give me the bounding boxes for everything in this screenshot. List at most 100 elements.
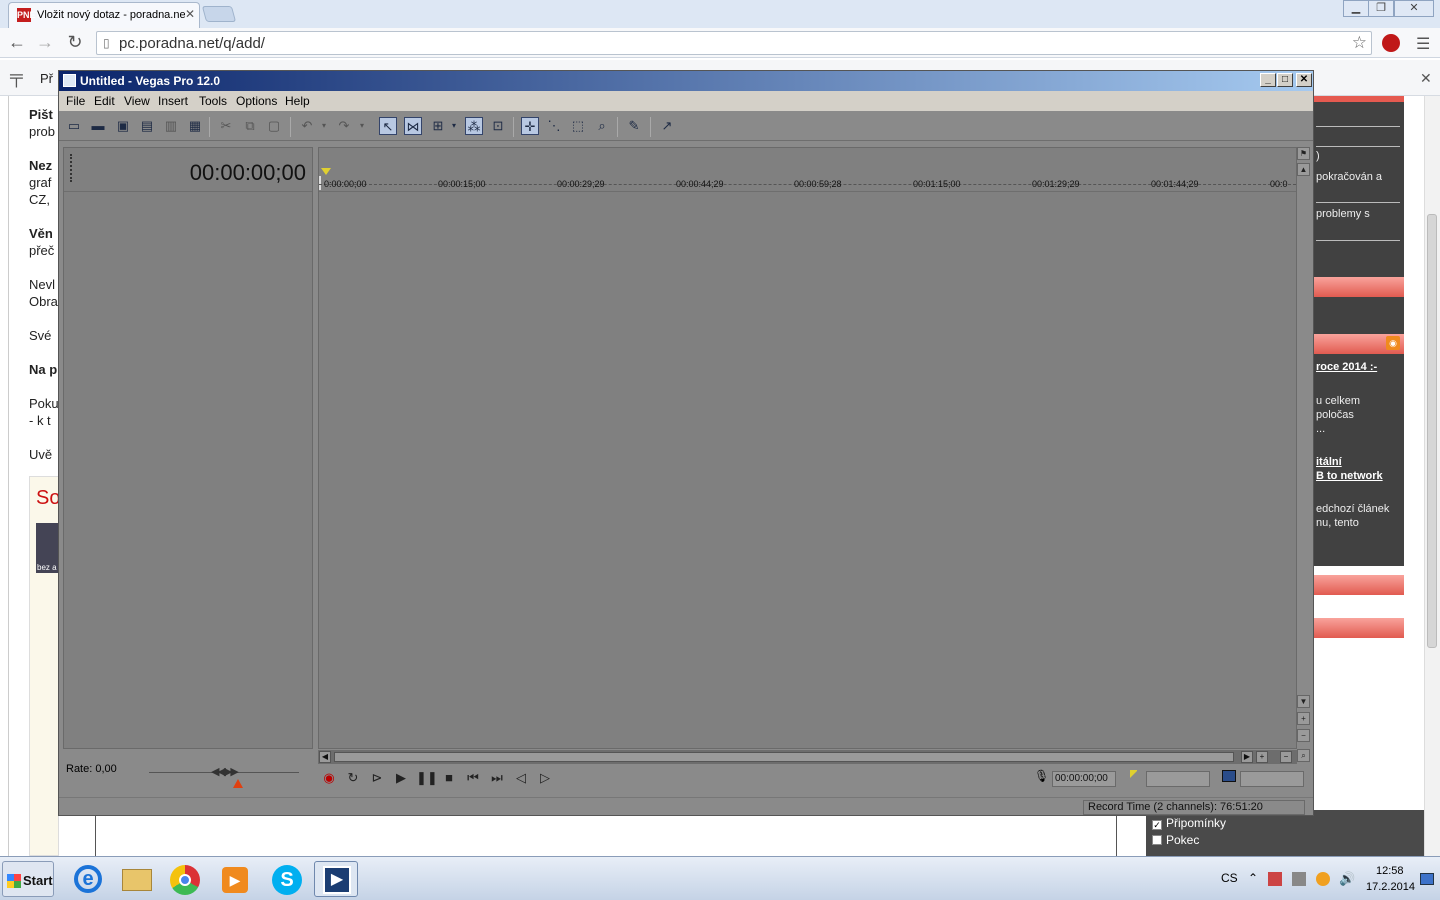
show-hidden-icons-icon[interactable]: ⌃ <box>1248 871 1258 885</box>
drag-handle[interactable] <box>70 154 73 182</box>
pause-button[interactable]: ❚❚ <box>416 769 438 787</box>
skype-icon[interactable]: S <box>264 861 308 897</box>
internet-explorer-icon[interactable]: e <box>66 861 110 897</box>
chrome-menu-icon[interactable]: ☰ <box>1416 34 1430 54</box>
vegas-titlebar[interactable]: Untitled - Vegas Pro 12.0 _ □ ✕ <box>59 71 1313 91</box>
scroll-thumb[interactable] <box>334 752 1234 762</box>
menu-options[interactable]: Options <box>236 94 277 108</box>
stop-button[interactable]: ■ <box>440 769 458 787</box>
timeline-pane[interactable]: 0:00:00;00 00:00:15;00 00:00:29;29 00:00… <box>318 147 1297 749</box>
menu-tools[interactable]: Tools <box>199 94 227 108</box>
selection-start-field[interactable] <box>1146 771 1210 787</box>
marker-flag-icon[interactable]: ⚑ <box>1297 147 1310 160</box>
show-desktop-button[interactable] <box>1420 873 1434 885</box>
action-center-icon[interactable] <box>1268 872 1282 886</box>
vegas-maximize-button[interactable]: □ <box>1277 73 1293 87</box>
scroll-up-icon[interactable]: ▲ <box>1297 163 1310 176</box>
go-to-end-button[interactable]: ⏭ <box>488 769 506 787</box>
minimize-button[interactable]: ▁ <box>1343 0 1369 17</box>
bookmark-label[interactable]: Př <box>40 71 53 86</box>
vegas-minimize-button[interactable]: _ <box>1260 73 1276 87</box>
properties-icon[interactable]: ▦ <box>186 117 204 135</box>
checkbox-pokec[interactable]: Pokec <box>1152 833 1199 847</box>
network-icon[interactable] <box>1292 872 1306 886</box>
scroll-left-icon[interactable]: ◀ <box>319 751 331 763</box>
playhead-marker[interactable] <box>321 168 331 175</box>
fx-icon[interactable]: ✎ <box>625 117 643 135</box>
tab-close-icon[interactable]: ✕ <box>185 7 195 21</box>
selection-length-field[interactable] <box>1240 771 1304 787</box>
snapping-dropdown-icon[interactable]: ▾ <box>449 117 459 135</box>
auto-crossfade-icon[interactable]: ✛ <box>521 117 539 135</box>
open-folder-icon[interactable]: ▬ <box>89 117 107 135</box>
article-link[interactable]: B to network <box>1316 470 1402 482</box>
browser-tab[interactable]: PNET Vložit nový dotaz - poradna.net ✕ <box>8 2 200 28</box>
volume-icon[interactable]: 🔊 <box>1339 872 1355 886</box>
checkbox-pripominky[interactable]: ✓ Připomínky <box>1152 816 1226 830</box>
restore-button[interactable]: ❐ <box>1368 0 1394 17</box>
extension-icon[interactable] <box>1382 34 1400 52</box>
media-player-icon[interactable]: ▶ <box>212 861 256 897</box>
paste-icon[interactable]: ▢ <box>265 117 283 135</box>
close-window-button[interactable]: ✕ <box>1394 0 1434 17</box>
menu-edit[interactable]: Edit <box>94 94 115 108</box>
cut-icon[interactable]: ✂ <box>217 117 235 135</box>
undo-dropdown-icon[interactable]: ▾ <box>319 117 329 135</box>
save-as-icon[interactable]: ▤ <box>138 117 156 135</box>
back-arrow-icon[interactable]: ← <box>6 32 28 53</box>
envelope-icon[interactable]: ⋱ <box>545 117 563 135</box>
menu-view[interactable]: View <box>124 94 150 108</box>
undo-icon[interactable]: ↶ <box>298 117 316 135</box>
sidebar-text[interactable]: problemy s <box>1316 208 1402 220</box>
normal-edit-tool-icon[interactable]: ↖ <box>379 117 397 135</box>
reload-icon[interactable]: ↻ <box>64 32 86 53</box>
lock-envelopes-icon[interactable]: ⊡ <box>489 117 507 135</box>
save-icon[interactable]: ▣ <box>114 117 132 135</box>
menu-insert[interactable]: Insert <box>158 94 188 108</box>
vertical-scrollbar[interactable]: ⚑ ▲ ▼ + − ⌕ <box>1297 147 1311 765</box>
start-button[interactable]: Start <box>2 861 54 897</box>
rss-icon[interactable]: ◉ <box>1386 336 1400 350</box>
envelope-edit-tool-icon[interactable]: ⋈ <box>404 117 422 135</box>
clock-time[interactable]: 12:58 <box>1376 865 1404 877</box>
record-button[interactable]: ◉ <box>320 769 338 787</box>
zoom-out-vertical-icon[interactable]: − <box>1297 729 1310 742</box>
article-link[interactable]: roce 2014 :- <box>1316 361 1402 373</box>
close-bar-icon[interactable]: ✕ <box>1420 70 1432 87</box>
play-from-start-button[interactable]: ⊳ <box>368 769 386 787</box>
forward-arrow-icon[interactable]: → <box>34 32 56 53</box>
render-icon[interactable]: ▥ <box>162 117 180 135</box>
redo-dropdown-icon[interactable]: ▾ <box>357 117 367 135</box>
clock-date[interactable]: 17.2.2014 <box>1366 881 1415 893</box>
checkbox-unchecked-icon[interactable] <box>1152 835 1162 845</box>
snapping-icon[interactable]: ⊞ <box>429 117 447 135</box>
vegas-close-button[interactable]: ✕ <box>1296 73 1312 87</box>
article-link[interactable]: itální <box>1316 456 1402 468</box>
auto-ripple-icon[interactable]: ⁂ <box>465 117 483 135</box>
go-to-start-button[interactable]: ⏮ <box>464 769 482 787</box>
selection-tool-icon[interactable]: ⬚ <box>569 117 587 135</box>
bookmark-star-icon[interactable]: ☆ <box>1352 33 1367 53</box>
copy-icon[interactable]: ⧉ <box>241 117 259 135</box>
zoom-in-vertical-icon[interactable]: + <box>1297 712 1310 725</box>
timeline-ruler[interactable]: 0:00:00;00 00:00:15;00 00:00:29;29 00:00… <box>319 148 1296 192</box>
scroll-right-icon[interactable]: ▶ <box>1241 751 1253 763</box>
zoom-tool-icon[interactable]: ⌕ <box>593 117 611 135</box>
zoom-in-horizontal-icon[interactable]: + <box>1256 751 1268 763</box>
scrollbar-thumb[interactable] <box>1427 214 1437 648</box>
help-pointer-icon[interactable]: ↗ <box>658 117 676 135</box>
rate-slider-handle[interactable]: ◀◀▶▶ <box>211 765 239 778</box>
language-indicator[interactable]: CS <box>1221 871 1238 885</box>
next-frame-button[interactable]: ▷ <box>536 769 554 787</box>
zoom-tool-small-icon[interactable]: ⌕ <box>1297 749 1310 762</box>
vegas-taskbar-button[interactable]: ▶ <box>314 861 358 897</box>
menu-file[interactable]: File <box>66 94 85 108</box>
sidebar-text[interactable]: pokračován a <box>1316 171 1402 183</box>
zoom-out-horizontal-icon[interactable]: − <box>1280 751 1292 763</box>
scroll-down-icon[interactable]: ▼ <box>1297 695 1310 708</box>
play-button[interactable]: ▶ <box>392 769 410 787</box>
menu-help[interactable]: Help <box>285 94 310 108</box>
new-tab-button[interactable] <box>201 6 237 22</box>
chrome-icon[interactable] <box>162 861 206 897</box>
file-explorer-icon[interactable] <box>114 861 158 897</box>
